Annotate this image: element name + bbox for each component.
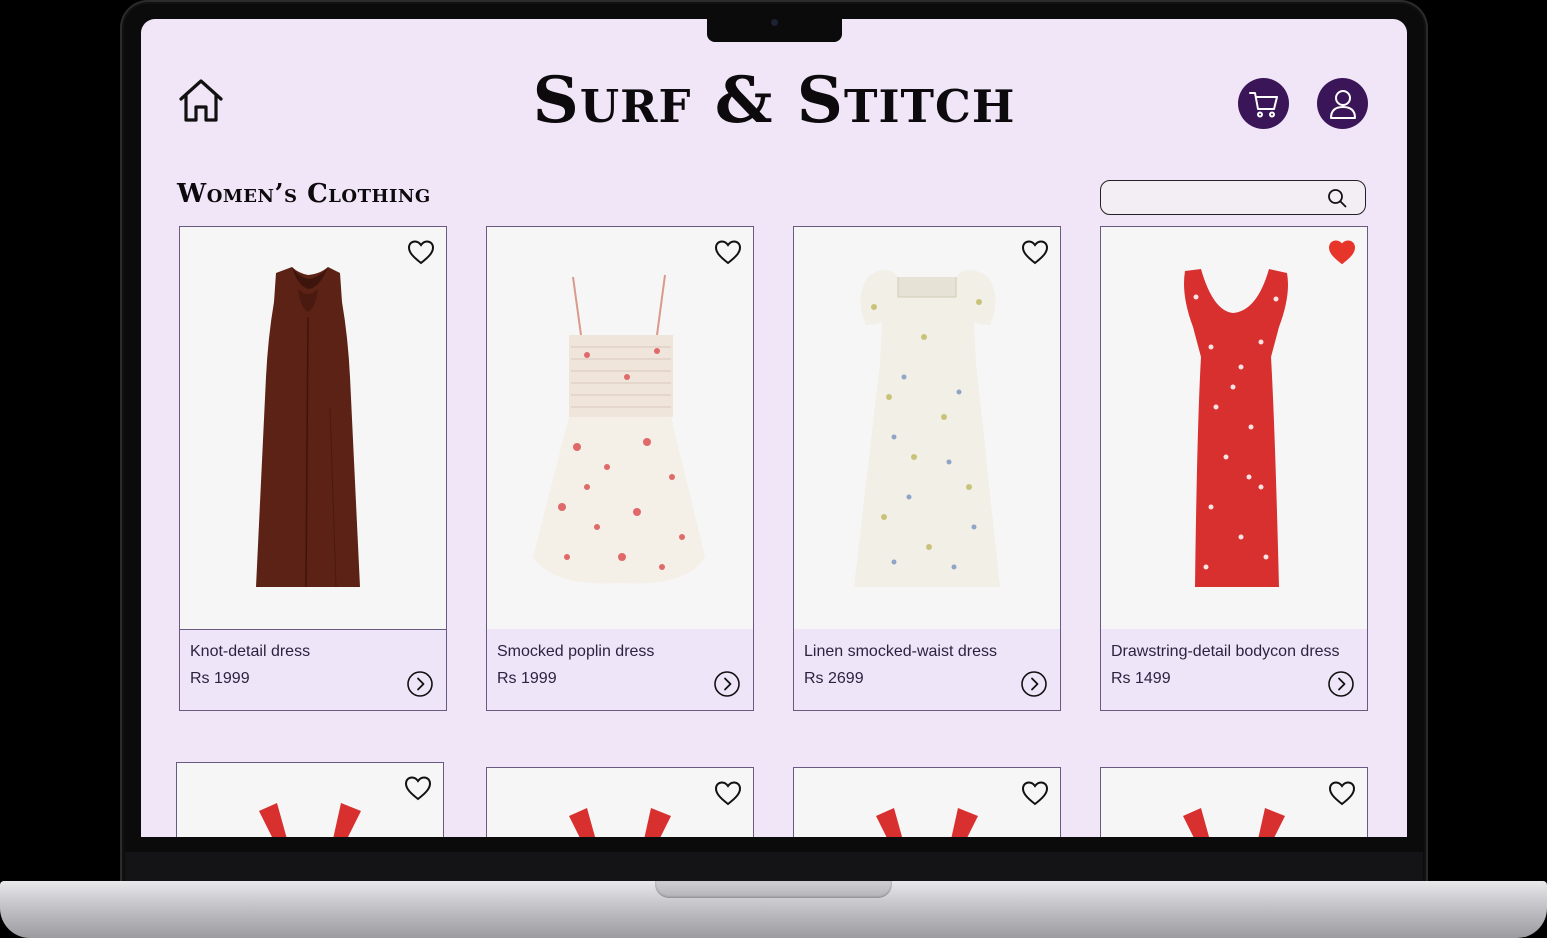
heart-filled-icon[interactable] <box>1327 237 1357 267</box>
app-screen: Surf & Stitch Women’s Clothing Knot-deta… <box>141 19 1407 837</box>
product-price: Rs 2699 <box>804 670 864 687</box>
product-name: Linen smocked-waist dress <box>804 643 997 660</box>
product-info: Smocked poplin dress Rs 1999 <box>487 629 753 711</box>
product-info: Linen smocked-waist dress Rs 2699 <box>794 629 1060 711</box>
section-title: Women’s Clothing <box>177 179 431 209</box>
user-icon <box>1329 89 1356 119</box>
product-card[interactable]: Knot-detail dress Rs 1999 <box>179 226 447 711</box>
heart-icon[interactable] <box>406 237 436 267</box>
product-card[interactable]: Smocked poplin dress Rs 1999 <box>486 226 754 711</box>
product-image[interactable] <box>177 763 443 837</box>
product-info: Knot-detail dress Rs 1999 <box>180 629 446 711</box>
cart-icon <box>1248 91 1278 117</box>
product-card[interactable] <box>176 762 444 837</box>
product-name: Knot-detail dress <box>190 643 311 660</box>
product-card[interactable] <box>1100 767 1368 837</box>
product-name: Smocked poplin dress <box>497 643 655 660</box>
product-price: Rs 1499 <box>1111 670 1171 687</box>
product-image[interactable] <box>794 768 1060 837</box>
product-image[interactable] <box>794 227 1060 629</box>
chevron-right-icon[interactable] <box>406 670 434 698</box>
cart-button[interactable] <box>1238 78 1289 129</box>
product-price: Rs 1999 <box>190 670 250 687</box>
heart-icon[interactable] <box>403 773 433 803</box>
laptop-opening-notch <box>655 881 892 898</box>
search-icon[interactable] <box>1327 188 1347 208</box>
chevron-right-icon[interactable] <box>1020 670 1048 698</box>
search-box[interactable] <box>1100 180 1366 215</box>
dress-image <box>1184 269 1288 587</box>
product-card[interactable]: Linen smocked-waist dress Rs 2699 <box>793 226 1061 711</box>
product-card[interactable] <box>486 767 754 837</box>
product-card[interactable] <box>793 767 1061 837</box>
product-price: Rs 1999 <box>497 670 557 687</box>
laptop-bezel-bottom <box>125 852 1423 882</box>
heart-icon[interactable] <box>1327 778 1357 808</box>
dress-image <box>854 270 1000 587</box>
heart-icon[interactable] <box>1020 237 1050 267</box>
chevron-right-icon[interactable] <box>713 670 741 698</box>
heart-icon[interactable] <box>713 237 743 267</box>
dress-image <box>256 267 360 588</box>
product-image[interactable] <box>487 227 753 629</box>
camera-icon <box>771 19 778 26</box>
dress-image <box>533 274 705 584</box>
chevron-right-icon[interactable] <box>1327 670 1355 698</box>
heart-icon[interactable] <box>713 778 743 808</box>
account-button[interactable] <box>1317 78 1368 129</box>
brand-title: Surf & Stitch <box>532 63 1016 138</box>
product-card[interactable]: Drawstring-detail bodycon dress Rs 1499 <box>1100 226 1368 711</box>
product-info: Drawstring-detail bodycon dress Rs 1499 <box>1101 629 1367 711</box>
product-image[interactable] <box>487 768 753 837</box>
heart-icon[interactable] <box>1020 778 1050 808</box>
product-image[interactable] <box>180 227 446 630</box>
search-input[interactable] <box>1113 185 1327 213</box>
product-image[interactable] <box>1101 768 1367 837</box>
product-image[interactable] <box>1101 227 1367 629</box>
product-name: Drawstring-detail bodycon dress <box>1111 643 1340 660</box>
